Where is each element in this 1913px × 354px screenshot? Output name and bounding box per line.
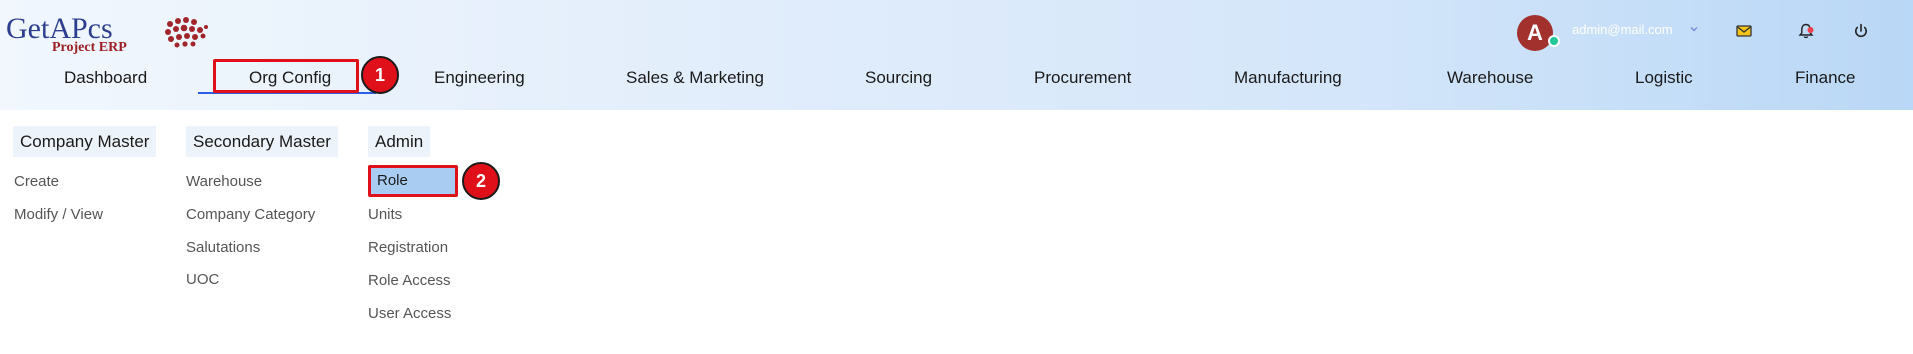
logo-dots-icon (165, 17, 208, 48)
nav-item-finance[interactable]: Finance (1795, 68, 1855, 88)
logo[interactable]: GetAPcs Project ERP (6, 14, 216, 56)
nav-item-warehouse[interactable]: Warehouse (1447, 68, 1533, 88)
menu-item-registration[interactable]: Registration (368, 239, 448, 257)
nav-item-engineering[interactable]: Engineering (434, 68, 525, 88)
mail-icon[interactable] (1735, 22, 1753, 40)
menu-item-company-category[interactable]: Company Category (186, 206, 315, 224)
menu-header-company-master: Company Master (13, 126, 157, 157)
nav-item-sales-marketing[interactable]: Sales & Marketing (626, 68, 764, 88)
menu-header-admin: Admin (368, 126, 431, 157)
menu-item-role-access[interactable]: Role Access (368, 272, 451, 290)
user-email[interactable]: admin@mail.com (1572, 22, 1673, 38)
menu-item-warehouse[interactable]: Warehouse (186, 173, 262, 191)
nav-item-procurement[interactable]: Procurement (1034, 68, 1131, 88)
logo-subtext: Project ERP (52, 40, 127, 55)
menu-item-user-access[interactable]: User Access (368, 305, 451, 323)
bell-icon[interactable] (1797, 22, 1815, 40)
annotation-highlight-org-config (213, 59, 359, 93)
menu-item-units[interactable]: Units (368, 206, 402, 224)
nav-item-manufacturing[interactable]: Manufacturing (1234, 68, 1342, 88)
online-status-dot (1548, 35, 1560, 47)
menu-item-modify-view[interactable]: Modify / View (14, 206, 103, 224)
annotation-badge-2: 2 (462, 162, 500, 200)
nav-item-dashboard[interactable]: Dashboard (64, 68, 147, 88)
avatar[interactable]: A (1517, 15, 1553, 51)
nav-item-logistic[interactable]: Logistic (1635, 68, 1693, 88)
power-icon[interactable] (1852, 22, 1870, 40)
nav-item-sourcing[interactable]: Sourcing (865, 68, 932, 88)
top-bar: GetAPcs Project ERP A admin@mail.com (0, 0, 1913, 60)
menu-item-uoc[interactable]: UOC (186, 271, 219, 289)
chevron-down-icon[interactable] (1689, 24, 1699, 34)
menu-item-create[interactable]: Create (14, 173, 59, 191)
menu-header-secondary-master: Secondary Master (186, 126, 338, 157)
annotation-badge-1: 1 (361, 56, 399, 94)
menu-item-salutations[interactable]: Salutations (186, 239, 260, 257)
annotation-highlight-role (368, 165, 458, 197)
